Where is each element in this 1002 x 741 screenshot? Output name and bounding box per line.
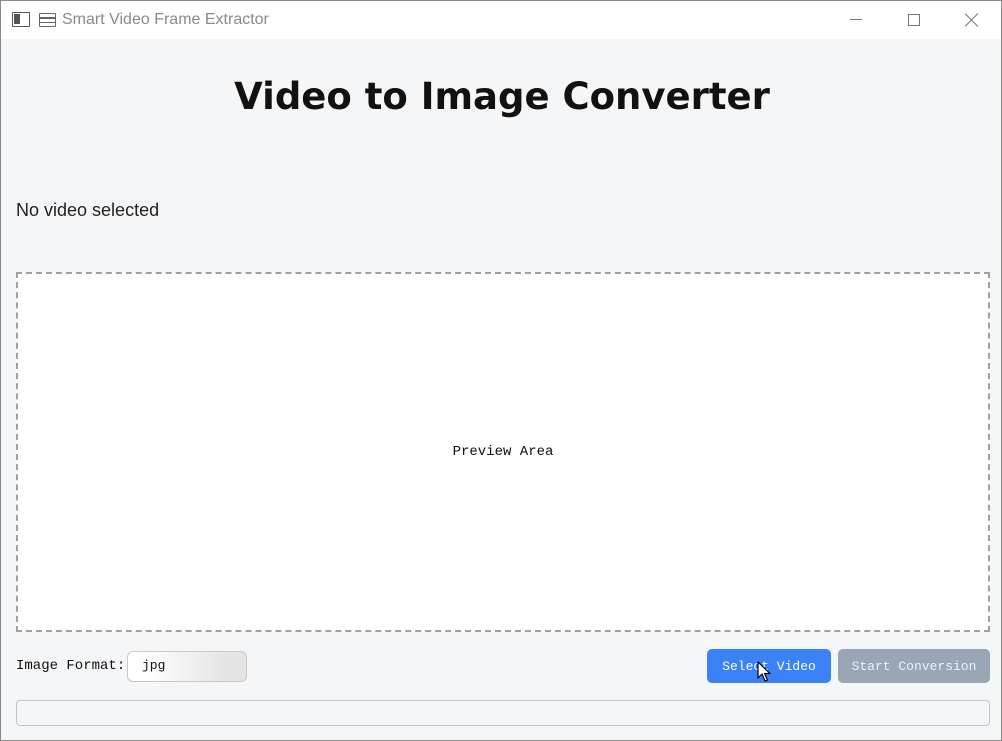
progress-bar	[16, 700, 990, 726]
maximize-button[interactable]	[885, 1, 943, 39]
mouse-cursor-icon	[757, 661, 771, 682]
close-icon	[965, 13, 979, 27]
preview-placeholder-text: Preview Area	[452, 444, 554, 460]
minimize-button[interactable]	[827, 1, 885, 39]
page-title: Video to Image Converter	[234, 75, 770, 118]
close-button[interactable]	[943, 1, 1001, 39]
window-app-icon	[12, 12, 30, 27]
minimize-icon	[850, 18, 862, 20]
video-status-label: No video selected	[16, 200, 160, 220]
window-title: Smart Video Frame Extractor	[62, 11, 269, 28]
maximize-icon	[908, 14, 920, 26]
app-window: Smart Video Frame Extractor Video to Ima…	[0, 0, 1002, 741]
image-format-label: Image Format:	[16, 658, 126, 674]
film-icon	[39, 13, 56, 27]
start-conversion-button[interactable]: Start Conversion	[838, 649, 990, 683]
title-bar[interactable]: Smart Video Frame Extractor	[1, 1, 1001, 39]
preview-area: Preview Area	[16, 272, 990, 632]
image-format-select[interactable]: jpg	[127, 651, 247, 682]
